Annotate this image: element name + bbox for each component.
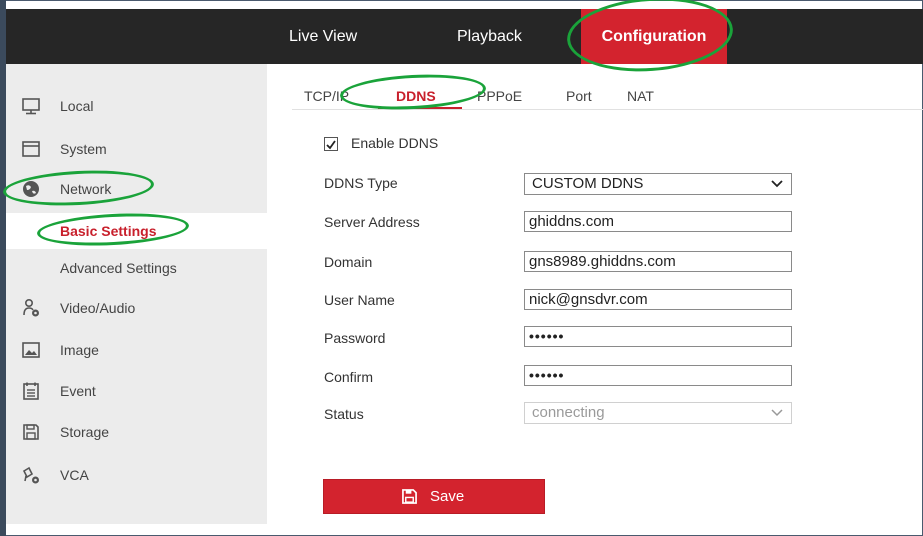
sidebar-item-label: Storage <box>60 424 110 440</box>
nav-playback[interactable]: Playback <box>457 9 522 64</box>
vca-icon <box>22 466 39 484</box>
ddns-type-label: DDNS Type <box>324 175 398 191</box>
server-address-label: Server Address <box>324 214 420 230</box>
sidebar-item-system[interactable]: System <box>6 129 267 169</box>
confirm-password-label: Confirm <box>324 369 374 385</box>
image-icon <box>22 342 40 358</box>
person-settings-icon <box>23 298 39 317</box>
sidebar-item-image[interactable]: Image <box>6 330 267 370</box>
monitor-icon <box>22 98 40 115</box>
user-name-label: User Name <box>324 292 395 308</box>
sidebar-item-label: Image <box>60 342 99 358</box>
active-tab-underline <box>378 107 462 109</box>
sidebar-item-label: Video/Audio <box>60 300 136 316</box>
sidebar-subitem-label: Basic Settings <box>60 223 157 239</box>
sidebar-item-label: System <box>60 141 107 157</box>
user-name-field[interactable]: nick@gnsdvr.com <box>524 289 792 310</box>
status-label: Status <box>324 406 364 422</box>
enable-ddns-checkbox[interactable] <box>324 137 338 151</box>
tab-divider <box>292 109 923 110</box>
floppy-icon <box>402 489 417 504</box>
tab-ddns[interactable]: DDNS <box>396 88 436 104</box>
tab-pppoe[interactable]: PPPoE <box>477 88 522 104</box>
top-nav-bar: Live View Playback Configuration <box>6 9 923 64</box>
tab-nat[interactable]: NAT <box>627 88 654 104</box>
sidebar-item-video-audio[interactable]: Video/Audio <box>6 288 267 328</box>
checkmark-icon <box>326 140 336 150</box>
status-value: connecting <box>532 404 605 421</box>
ddns-type-value: CUSTOM DDNS <box>532 175 644 192</box>
nav-live-view[interactable]: Live View <box>289 9 357 64</box>
sidebar-subitem-advanced-settings[interactable]: Advanced Settings <box>6 250 267 286</box>
sidebar-item-label: Local <box>60 98 94 114</box>
confirm-password-field[interactable]: •••••• <box>524 365 792 386</box>
sidebar: Local System Network Basic Settings Adva… <box>6 64 267 524</box>
chevron-down-icon <box>771 409 783 417</box>
sidebar-item-label: Network <box>60 181 112 197</box>
save-button[interactable]: Save <box>323 479 545 514</box>
calendar-icon <box>23 382 39 400</box>
server-address-field[interactable]: ghiddns.com <box>524 211 792 232</box>
chevron-down-icon <box>771 180 783 188</box>
globe-icon <box>23 181 39 197</box>
sidebar-item-label: VCA <box>60 467 89 483</box>
password-label: Password <box>324 330 386 346</box>
password-field[interactable]: •••••• <box>524 326 792 347</box>
enable-ddns-label: Enable DDNS <box>351 135 439 151</box>
tab-port[interactable]: Port <box>566 88 592 104</box>
window-icon <box>22 141 40 157</box>
sidebar-subitem-label: Advanced Settings <box>60 260 177 276</box>
sidebar-item-event[interactable]: Event <box>6 371 267 411</box>
sidebar-item-vca[interactable]: VCA <box>6 455 267 495</box>
status-select: connecting <box>524 402 792 424</box>
ddns-type-select[interactable]: CUSTOM DDNS <box>524 173 792 195</box>
tab-tcp-ip[interactable]: TCP/IP <box>304 88 349 104</box>
domain-label: Domain <box>324 254 373 270</box>
sidebar-item-network[interactable]: Network <box>6 169 267 209</box>
sidebar-item-local[interactable]: Local <box>6 86 267 126</box>
domain-field[interactable]: gns8989.ghiddns.com <box>524 251 792 272</box>
floppy-icon <box>23 424 39 440</box>
nav-configuration[interactable]: Configuration <box>581 9 727 64</box>
sidebar-subitem-basic-settings[interactable]: Basic Settings <box>6 213 267 249</box>
sidebar-item-storage[interactable]: Storage <box>6 412 267 452</box>
save-button-label: Save <box>430 488 465 505</box>
sidebar-item-label: Event <box>60 383 96 399</box>
